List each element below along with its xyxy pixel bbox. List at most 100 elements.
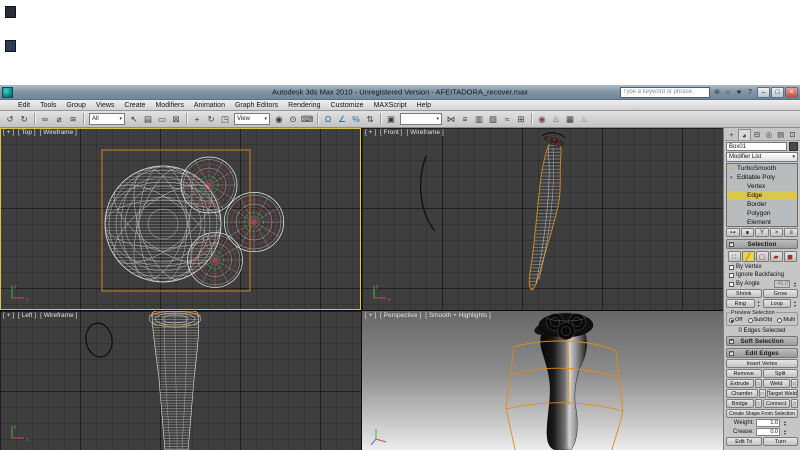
select-and-scale-icon[interactable]: ◳ — [218, 112, 232, 127]
viewport-general-menu[interactable]: [ + ] — [3, 129, 14, 136]
hierarchy-tab[interactable]: ⊟ — [752, 129, 763, 140]
grow-button[interactable]: Grow — [762, 289, 798, 298]
weld-button[interactable]: Weld — [762, 379, 790, 388]
snap-toggle-icon[interactable]: Ω — [321, 112, 335, 127]
show-end-result-icon[interactable]: ∎ — [740, 228, 755, 237]
material-editor-icon[interactable]: ◉ — [535, 112, 549, 127]
connect-button[interactable]: Connect — [762, 399, 790, 408]
by-angle-value-field[interactable]: 45.0 — [774, 280, 790, 288]
menu-item[interactable]: Create — [119, 102, 150, 109]
stack-item[interactable]: ● TurboSmooth — [727, 164, 797, 173]
maximize-button[interactable]: □ — [771, 86, 784, 98]
top-viewport[interactable]: [ + ] [ Top ] [ Wireframe ] x y — [0, 128, 361, 310]
polygon-mode-icon[interactable]: ▰ — [769, 251, 783, 262]
angle-snap-icon[interactable]: ∠ — [335, 112, 349, 127]
front-viewport[interactable]: [ + ] [ Front ] [ Wireframe ] x y — [362, 128, 723, 310]
by-vertex-checkbox[interactable]: By Vertex — [729, 264, 798, 270]
menu-item[interactable]: Modifiers — [150, 102, 188, 109]
bridge-button[interactable]: Bridge — [726, 399, 754, 408]
rectangular-region-icon[interactable]: ▭ — [155, 112, 169, 127]
weight-spinner[interactable]: ▴ ▾ — [782, 419, 788, 427]
viewport-general-menu[interactable]: [ + ] — [365, 129, 376, 136]
extrude-button[interactable]: Extrude — [726, 379, 754, 388]
viewport-general-menu[interactable]: [ + ] — [365, 312, 376, 319]
close-button[interactable]: × — [785, 86, 798, 98]
viewport-shading-menu[interactable]: [ Wireframe ] — [406, 129, 443, 136]
undo-icon[interactable]: ↺ — [3, 112, 17, 127]
app-logo-icon[interactable] — [2, 86, 13, 98]
viewport-pov-menu[interactable]: [ Top ] — [18, 129, 36, 136]
menu-item[interactable]: Group — [61, 102, 90, 109]
stack-item[interactable]: Vertex — [727, 182, 797, 191]
object-color-swatch[interactable] — [789, 142, 798, 151]
viewport-pov-menu[interactable]: [ Left ] — [18, 312, 36, 319]
schematic-view-icon[interactable]: ⊞ — [514, 112, 528, 127]
reference-coordinate-dropdown[interactable]: View ▾ — [234, 113, 270, 125]
render-production-icon[interactable]: ♨ — [577, 112, 591, 127]
chamfer-button[interactable]: Chamfer — [726, 389, 758, 398]
bridge-settings-icon[interactable]: □ — [754, 399, 762, 408]
select-and-move-icon[interactable]: + — [190, 112, 204, 127]
viewport-general-menu[interactable]: [ + ] — [3, 312, 14, 319]
selection-rollout-header[interactable]: − Selection — [726, 239, 798, 249]
menu-item[interactable]: MAXScript — [369, 102, 412, 109]
ignore-backfacing-checkbox[interactable]: Ignore Backfacing — [729, 272, 798, 278]
infocenter-search-icon[interactable]: ⊚ — [712, 87, 722, 98]
ring-button[interactable]: Ring — [726, 299, 755, 308]
preview-option-radio[interactable]: SubObj — [747, 317, 772, 323]
utilities-tab[interactable]: ⊡ — [787, 129, 798, 140]
pin-stack-icon[interactable]: ⊶ — [726, 228, 740, 237]
select-and-link-icon[interactable]: ∞ — [38, 112, 52, 127]
edit-edges-rollout-header[interactable]: − Edit Edges — [726, 348, 798, 358]
target-weld-button[interactable]: Target Weld — [766, 389, 798, 398]
remove-modifier-icon[interactable]: × — [769, 228, 784, 237]
weight-field[interactable]: 1.0 — [756, 419, 780, 427]
select-object-icon[interactable]: ↖ — [127, 112, 141, 127]
chamfer-settings-icon[interactable]: □ — [758, 389, 766, 398]
named-selection-dropdown[interactable]: ▾ — [400, 113, 442, 125]
stack-item[interactable]: Edge — [727, 191, 797, 200]
remove-button[interactable]: Remove — [726, 369, 762, 378]
menu-item[interactable]: Tools — [35, 102, 61, 109]
spinner-snap-icon[interactable]: ⇅ — [363, 112, 377, 127]
shrink-button[interactable]: Shrink — [726, 289, 762, 298]
menu-item[interactable]: Customize — [325, 102, 368, 109]
selection-filter-dropdown[interactable]: All ▾ — [89, 113, 125, 125]
infocenter-help-icon[interactable]: ? — [745, 87, 755, 98]
edit-named-selection-sets-icon[interactable]: ▣ — [384, 112, 398, 127]
minimize-button[interactable]: – — [757, 86, 770, 98]
favorites-icon[interactable]: ★ — [734, 87, 744, 98]
use-pivot-center-icon[interactable]: ◉ — [272, 112, 286, 127]
create-tab[interactable]: + — [726, 129, 737, 140]
menu-item[interactable]: Rendering — [283, 102, 325, 109]
viewport-pov-menu[interactable]: [ Front ] — [380, 129, 402, 136]
soft-selection-rollout-header[interactable]: + Soft Selection — [726, 336, 798, 346]
curve-editor-icon[interactable]: ≈ — [500, 112, 514, 127]
perspective-viewport[interactable]: [ + ] [ Perspective ] [ Smooth + Highlig… — [362, 311, 723, 450]
crease-spinner[interactable]: ▴ ▾ — [782, 428, 788, 436]
display-tab[interactable]: ▤ — [775, 129, 786, 140]
menu-item[interactable]: Animation — [189, 102, 230, 109]
weld-settings-icon[interactable]: □ — [791, 379, 798, 388]
stack-item[interactable]: Polygon — [727, 209, 797, 218]
align-icon[interactable]: ≡ — [458, 112, 472, 127]
crease-field[interactable]: 0.0 — [756, 428, 780, 436]
keyboard-override-icon[interactable]: ⌨ — [300, 112, 314, 127]
split-button[interactable]: Split — [762, 369, 798, 378]
window-crossing-icon[interactable]: ⊠ — [169, 112, 183, 127]
communication-center-icon[interactable]: ☼ — [723, 87, 733, 98]
render-setup-icon[interactable]: ♨ — [549, 112, 563, 127]
insert-vertex-button[interactable]: Insert Vertex — [726, 359, 798, 368]
extrude-settings-icon[interactable]: □ — [754, 379, 762, 388]
menu-item[interactable]: Help — [412, 102, 436, 109]
preview-option-radio[interactable]: Multi — [777, 317, 795, 323]
edge-mode-icon[interactable]: ╱ — [741, 251, 755, 262]
configure-modifier-sets-icon[interactable]: ≡ — [784, 228, 798, 237]
select-and-rotate-icon[interactable]: ↻ — [204, 112, 218, 127]
border-mode-icon[interactable]: ▢ — [755, 251, 769, 262]
stack-item[interactable]: Element — [727, 218, 797, 226]
percent-snap-icon[interactable]: % — [349, 112, 363, 127]
loop-spinner[interactable]: ▴ ▾ — [792, 300, 798, 307]
graphite-ribbon-icon[interactable]: ▧ — [486, 112, 500, 127]
edit-tri-button[interactable]: Edit Tri — [726, 437, 762, 446]
